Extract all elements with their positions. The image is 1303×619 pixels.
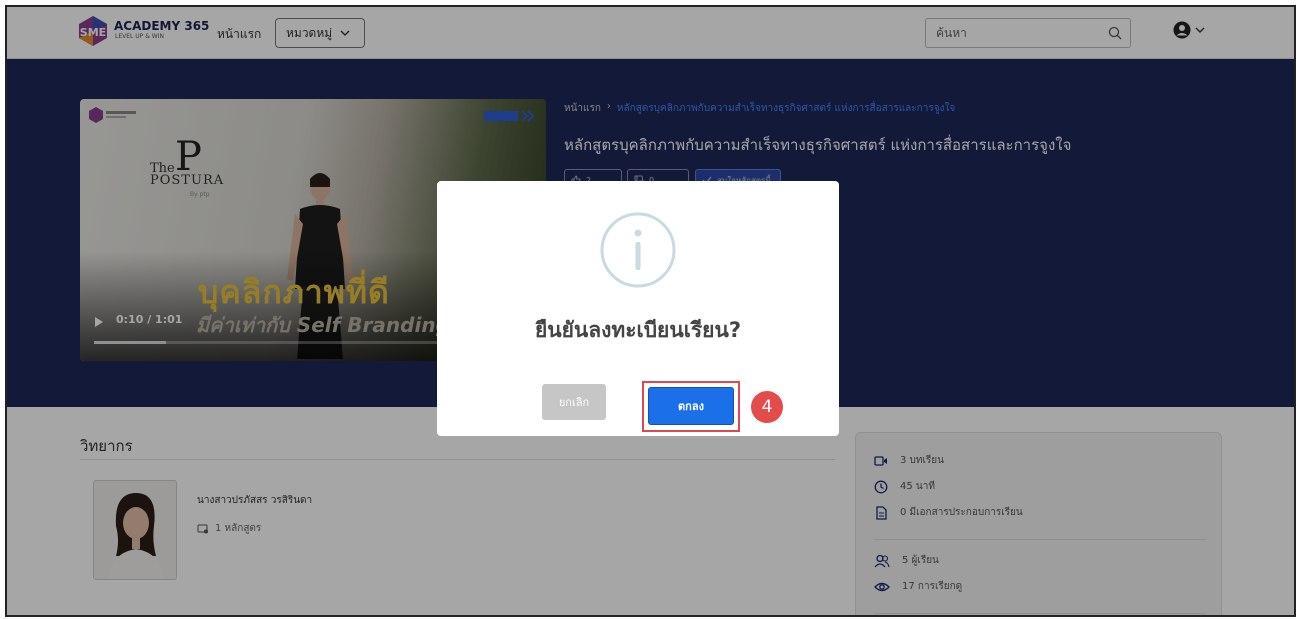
info-icon bbox=[600, 212, 676, 288]
enroll-confirm-dialog: ยืนยันลงทะเบียนเรียน? ยกเลิก ตกลง 4 bbox=[437, 181, 839, 436]
dialog-title: ยืนยันลงทะเบียนเรียน? bbox=[534, 318, 742, 342]
cancel-button[interactable]: ยกเลิก bbox=[542, 384, 606, 420]
browser-frame: SME ACADEMY 365 LEVEL UP & WIN หน้าแรก ห… bbox=[5, 5, 1296, 617]
step-number-badge: 4 bbox=[751, 391, 783, 423]
confirm-button[interactable]: ตกลง bbox=[648, 387, 734, 425]
ok-button-highlight: ตกลง bbox=[642, 381, 740, 432]
